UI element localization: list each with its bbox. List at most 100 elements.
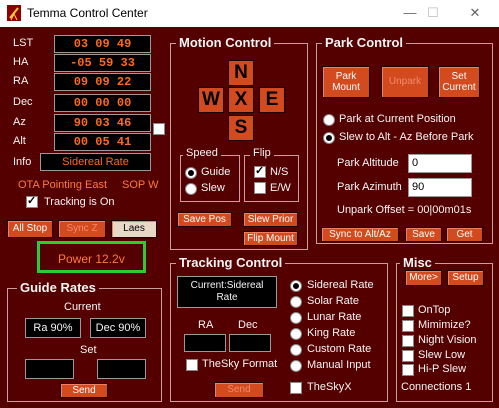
custom-rate-radio[interactable] — [290, 344, 302, 356]
slew-low-checkbox[interactable] — [402, 350, 414, 362]
current-tracking-display: Current:Sidereal Rate — [177, 276, 277, 308]
flip-title: Flip — [250, 147, 274, 159]
speed-title: Speed — [183, 147, 221, 159]
park-save-button[interactable]: Save — [405, 227, 442, 242]
slew-speed-radio[interactable] — [185, 183, 197, 195]
solar-rate-radio[interactable] — [290, 296, 302, 308]
park-get-button[interactable]: Get — [446, 227, 483, 242]
park-mount-button[interactable]: Park Mount — [322, 66, 370, 98]
thesky-format-label: TheSky Format — [202, 358, 278, 370]
set-current-button[interactable]: Set Current — [438, 66, 480, 98]
unpark-button[interactable]: Unpark — [381, 66, 429, 98]
coords-checkbox[interactable] — [153, 123, 165, 135]
telescope-app-icon — [7, 5, 21, 21]
ns-flip-checkbox[interactable] — [254, 164, 266, 178]
tracking-ra-input[interactable] — [184, 334, 226, 352]
park-azimuth-label: Park Azimuth — [337, 181, 402, 193]
park-control-title: Park Control — [322, 35, 407, 50]
current-tracking-line1: Current:Sidereal — [190, 280, 264, 291]
unpark-offset: Unpark Offset = 00|00m01s — [337, 204, 472, 216]
flip-mount-button[interactable]: Flip Mount — [243, 231, 298, 246]
theskyx-checkbox[interactable] — [290, 382, 302, 394]
tracking-dec-label: Dec — [238, 319, 258, 331]
west-button[interactable]: W — [198, 87, 224, 113]
theskyx-label: TheSkyX — [307, 381, 352, 393]
night-vision-checkbox[interactable] — [402, 335, 414, 347]
power-reading: Power 12.2v — [58, 252, 125, 266]
dec-guide-rate: Dec 90% — [90, 318, 146, 338]
south-button[interactable]: S — [228, 115, 254, 141]
current-tracking-line2: Rate — [216, 292, 238, 303]
sync-alt-az-button[interactable]: Sync to Alt/Az — [321, 227, 399, 242]
ra-value: 09 09 22 — [54, 73, 151, 91]
sidereal-rate-radio[interactable] — [290, 280, 302, 292]
park-altitude-label: Park Altitude — [337, 157, 399, 169]
lst-value: 03 09 49 — [54, 35, 151, 53]
sop-status: SOP W — [122, 179, 159, 191]
lunar-rate-label: Lunar Rate — [307, 311, 362, 323]
ontop-label: OnTop — [418, 304, 451, 316]
minimize-checkbox[interactable] — [402, 320, 414, 332]
king-rate-radio[interactable] — [290, 328, 302, 340]
connections-count: Connections 1 — [401, 381, 472, 393]
park-current-label: Park at Current Position — [339, 113, 456, 125]
sync-z-button[interactable]: Sync Z — [58, 220, 106, 238]
guide-speed-label: Guide — [201, 166, 231, 178]
slew-prior-button[interactable]: Slew Prior — [243, 212, 298, 227]
info-label: Info — [13, 156, 32, 168]
park-current-radio[interactable] — [323, 114, 335, 126]
misc-title: Misc — [400, 255, 435, 270]
ew-flip-checkbox[interactable] — [254, 182, 266, 194]
east-button[interactable]: E — [259, 87, 285, 113]
more-button[interactable]: More> — [405, 270, 442, 286]
king-rate-label: King Rate — [307, 327, 356, 339]
slew-speed-label: Slew — [201, 182, 225, 194]
alt-value: 00 05 41 — [54, 133, 151, 151]
slew-before-park-radio[interactable] — [323, 132, 335, 144]
night-vision-label: Night Vision — [418, 334, 477, 346]
tracking-label: Tracking is On — [44, 196, 115, 208]
ns-flip-label: N/S — [270, 166, 289, 178]
solar-rate-label: Solar Rate — [307, 295, 359, 307]
tracking-control-title: Tracking Control — [176, 255, 286, 270]
custom-rate-label: Custom Rate — [307, 343, 372, 355]
ew-flip-label: E/W — [270, 182, 291, 194]
dec-rate-input[interactable] — [97, 359, 146, 379]
set-current-line2: Current — [442, 82, 476, 93]
laes-button[interactable]: Laes — [111, 220, 157, 238]
sidereal-rate-label: Sidereal Rate — [307, 279, 374, 291]
lunar-rate-radio[interactable] — [290, 312, 302, 324]
save-pos-button[interactable]: Save Pos — [177, 212, 232, 227]
window-title: Temma Control Center — [27, 6, 148, 20]
dec-value: 00 00 00 — [54, 94, 151, 112]
maximize-button[interactable]: ☐ — [419, 3, 447, 23]
stop-button[interactable]: X — [228, 87, 254, 113]
flip-group — [244, 155, 299, 202]
manual-input-radio[interactable] — [290, 360, 302, 372]
set-current-line1: Set — [451, 71, 467, 82]
north-button[interactable]: N — [228, 60, 254, 86]
tracking-ra-label: RA — [198, 319, 214, 331]
guide-set-label: Set — [80, 344, 97, 356]
ota-pointing: OTA Pointing East — [18, 179, 108, 191]
info-value: Sidereal Rate — [40, 153, 151, 171]
tracking-send-button[interactable]: Send — [214, 382, 264, 398]
ra-rate-input[interactable] — [25, 359, 74, 379]
guide-send-button[interactable]: Send — [60, 383, 108, 398]
title-bar: Temma Control Center — ☐ ✕ — [0, 0, 499, 27]
park-azimuth-input[interactable]: 90 — [408, 178, 472, 197]
main-window: Temma Control Center — ☐ ✕ LST 03 09 49 … — [0, 0, 499, 408]
setup-button[interactable]: Setup — [447, 270, 484, 286]
ontop-checkbox[interactable] — [402, 305, 414, 317]
motion-control-title: Motion Control — [176, 35, 275, 50]
all-stop-button[interactable]: All Stop — [7, 220, 53, 238]
dec-label: Dec — [13, 96, 33, 108]
hi-p-slew-label: Hi-P Slew — [418, 363, 467, 375]
hi-p-slew-checkbox[interactable] — [402, 364, 414, 376]
close-button[interactable]: ✕ — [461, 3, 489, 23]
tracking-checkbox[interactable] — [26, 194, 38, 208]
guide-speed-radio[interactable] — [185, 167, 197, 179]
thesky-format-checkbox[interactable] — [186, 359, 198, 371]
park-altitude-input[interactable]: 0 — [408, 154, 472, 173]
tracking-dec-input[interactable] — [229, 334, 271, 352]
